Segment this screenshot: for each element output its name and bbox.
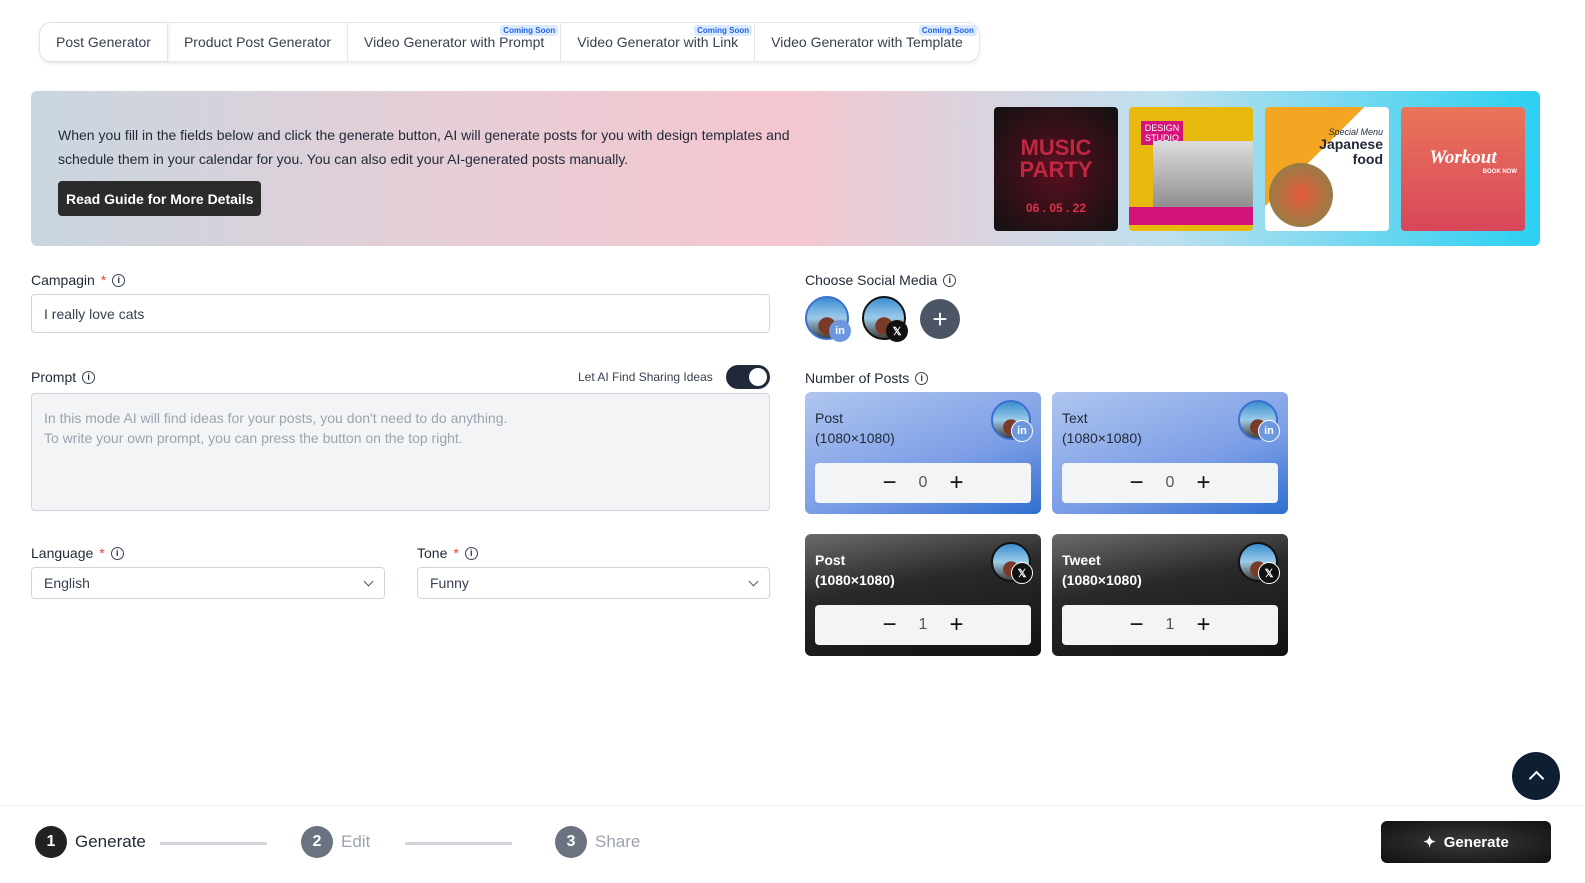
x-icon: 𝕏 [886, 320, 908, 342]
linkedin-icon: in [1258, 420, 1280, 442]
generate-button[interactable]: ✦ Generate [1381, 821, 1551, 863]
template-thumbnail[interactable]: Workout BOOK NOW [1401, 107, 1525, 231]
linkedin-icon: in [1011, 420, 1033, 442]
info-icon[interactable]: i [464, 546, 478, 560]
step-generate[interactable]: 1 Generate [35, 826, 146, 858]
scroll-to-top-button[interactable] [1512, 752, 1560, 800]
prompt-label: Prompt i [31, 369, 96, 385]
x-icon: 𝕏 [1258, 562, 1280, 584]
chevron-up-icon [1528, 770, 1544, 787]
generator-tabs: Post Generator Product Post Generator Vi… [39, 22, 980, 62]
campaign-input[interactable]: I really love cats [31, 294, 770, 333]
minus-button[interactable]: − [1130, 469, 1144, 497]
social-media-label: Choose Social Media i [805, 272, 957, 288]
ai-ideas-toggle[interactable] [726, 365, 770, 389]
info-icon[interactable]: i [82, 370, 96, 384]
tab-video-link[interactable]: Video Generator with Link Coming Soon [561, 23, 756, 61]
chevron-down-icon [363, 576, 374, 586]
quantity-value[interactable]: 1 [1166, 616, 1175, 634]
post-count-card-x: Tweet (1080×1080) 𝕏 −1 + [1052, 534, 1288, 656]
tab-video-prompt[interactable]: Video Generator with Prompt Coming Soon [348, 23, 562, 61]
plus-button[interactable]: + [949, 611, 963, 639]
quantity-value[interactable]: 1 [919, 616, 928, 634]
post-count-card-linkedin: Post (1080×1080) in −0 + [805, 392, 1041, 514]
template-thumbnail[interactable]: MUSIC PARTY 06 . 05 . 22 [994, 107, 1118, 231]
quantity-value[interactable]: 0 [919, 474, 928, 492]
campaign-label: Campagin * i [31, 272, 126, 288]
tone-label: Tone * i [417, 545, 478, 561]
tab-post-generator[interactable]: Post Generator [40, 23, 168, 61]
number-of-posts-label: Number of Posts i [805, 370, 929, 386]
coming-soon-badge: Coming Soon [918, 25, 977, 36]
coming-soon-badge: Coming Soon [694, 25, 753, 36]
post-count-card-linkedin: Text (1080×1080) in −0 + [1052, 392, 1288, 514]
plus-button[interactable]: + [949, 469, 963, 497]
banner-text: When you fill in the fields below and cl… [58, 127, 790, 167]
quantity-stepper: − 0 + [1062, 463, 1278, 503]
info-icon[interactable]: i [943, 273, 957, 287]
add-account-button[interactable]: + [920, 299, 960, 339]
quantity-stepper: − 1 + [815, 605, 1031, 645]
read-guide-button[interactable]: Read Guide for More Details [58, 181, 262, 216]
minus-button[interactable]: − [1130, 611, 1144, 639]
chevron-down-icon [748, 576, 759, 586]
info-icon[interactable]: i [110, 546, 124, 560]
info-icon[interactable]: i [915, 371, 929, 385]
footer-bar: 1 Generate 2 Edit 3 Share ✦ Generate [0, 805, 1585, 883]
tab-video-template[interactable]: Video Generator with Template Coming Soon [755, 23, 979, 61]
minus-button[interactable]: − [883, 611, 897, 639]
account-avatar: 𝕏 [991, 542, 1033, 584]
account-avatar: in [1238, 400, 1280, 442]
x-icon: 𝕏 [1011, 562, 1033, 584]
prompt-textarea[interactable]: In this mode AI will find ideas for your… [31, 393, 770, 511]
post-count-card-x: Post (1080×1080) 𝕏 −1 + [805, 534, 1041, 656]
info-banner: When you fill in the fields below and cl… [31, 91, 1540, 246]
account-avatar: 𝕏 [1238, 542, 1280, 584]
template-thumbnail[interactable]: DESIGN STUDIO [1129, 107, 1253, 231]
step-divider [405, 842, 512, 845]
quantity-stepper: − 1 + [1062, 605, 1278, 645]
language-label: Language * i [31, 545, 124, 561]
template-thumbnail[interactable]: Special Menu Japanese food [1265, 107, 1389, 231]
info-icon[interactable]: i [112, 273, 126, 287]
step-edit[interactable]: 2 Edit [301, 826, 370, 858]
plus-button[interactable]: + [1196, 611, 1210, 639]
minus-button[interactable]: − [883, 469, 897, 497]
quantity-stepper: − 0 + [815, 463, 1031, 503]
language-select[interactable]: English [31, 567, 385, 599]
plus-button[interactable]: + [1196, 469, 1210, 497]
toggle-label: Let AI Find Sharing Ideas [578, 370, 713, 384]
quantity-value[interactable]: 0 [1166, 474, 1175, 492]
coming-soon-badge: Coming Soon [500, 25, 559, 36]
linkedin-icon: in [829, 320, 851, 342]
linkedin-account-avatar[interactable]: in [805, 296, 851, 342]
account-avatar: in [991, 400, 1033, 442]
step-share[interactable]: 3 Share [555, 826, 640, 858]
x-account-avatar[interactable]: 𝕏 [862, 296, 908, 342]
sparkle-icon: ✦ [1423, 834, 1436, 851]
tone-select[interactable]: Funny [417, 567, 770, 599]
tab-product-post-generator[interactable]: Product Post Generator [168, 23, 349, 61]
step-divider [160, 842, 267, 845]
